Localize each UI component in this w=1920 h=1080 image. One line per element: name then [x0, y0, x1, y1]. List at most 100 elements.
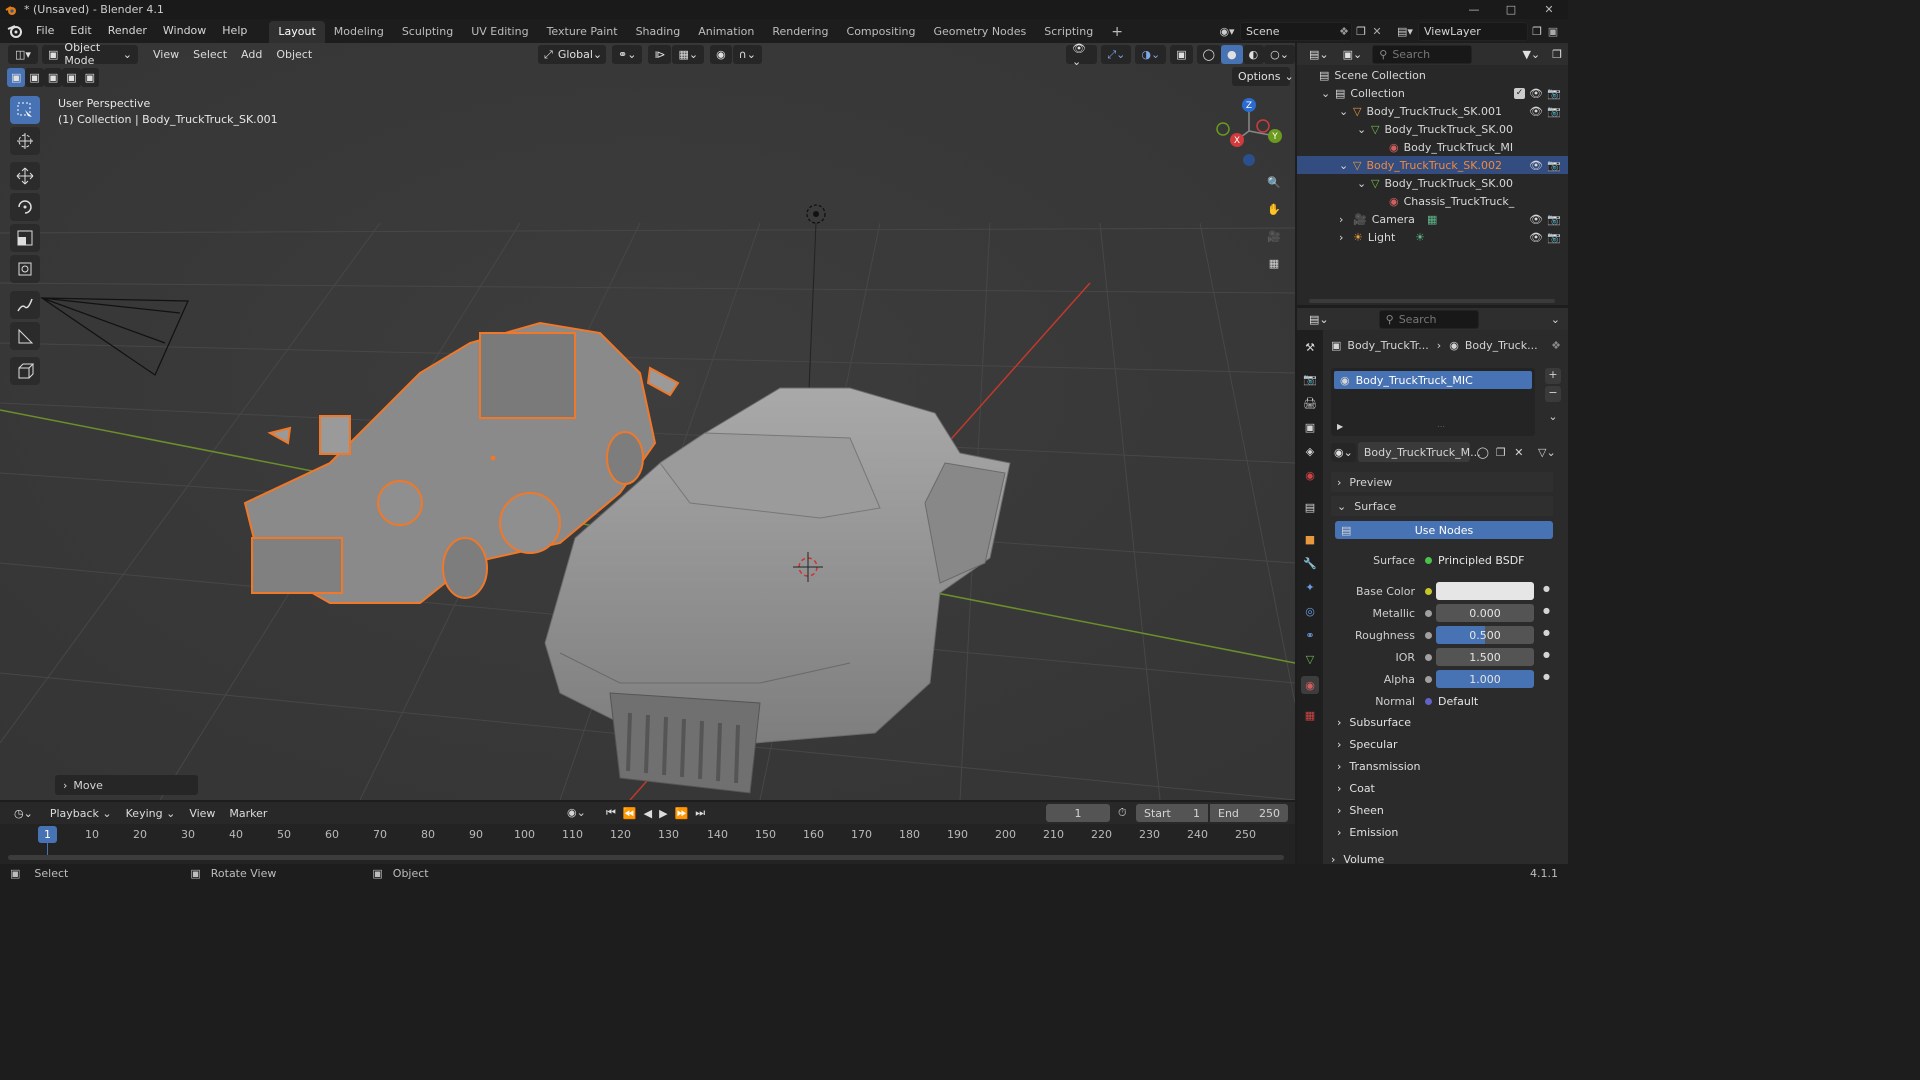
- keyframe-dot-icon[interactable]: ●: [1543, 672, 1550, 681]
- delete-view-layer-icon[interactable]: ▣: [1546, 25, 1560, 38]
- scene-icon[interactable]: ◉▾: [1214, 25, 1240, 38]
- maximize-button[interactable]: □: [1492, 0, 1530, 19]
- close-button[interactable]: ✕: [1530, 0, 1568, 19]
- properties-editor-type-icon[interactable]: ▤⌄: [1303, 310, 1335, 329]
- physics-tab-icon[interactable]: ◎: [1301, 602, 1319, 620]
- camera-render-icon[interactable]: 📷: [1547, 213, 1561, 226]
- cursor-tool[interactable]: [10, 127, 40, 155]
- viewport-menu-select[interactable]: Select: [186, 48, 234, 61]
- menu-render[interactable]: Render: [100, 19, 155, 43]
- modifier-tab-icon[interactable]: 🔧: [1301, 554, 1319, 572]
- base-color-swatch[interactable]: [1436, 582, 1534, 600]
- add-workspace-button[interactable]: +: [1102, 21, 1132, 43]
- menu-edit[interactable]: Edit: [62, 19, 99, 43]
- ior-field[interactable]: 1.500: [1436, 648, 1534, 666]
- pin-icon[interactable]: ❖: [1337, 25, 1351, 38]
- ortho-grid-icon[interactable]: ▦: [1262, 251, 1286, 275]
- eye-icon[interactable]: 👁: [1529, 87, 1543, 100]
- keyframe-dot-icon[interactable]: ●: [1543, 606, 1550, 615]
- timeline-scrollbar[interactable]: [8, 855, 1284, 860]
- use-nodes-button[interactable]: ▤ Use Nodes: [1335, 521, 1553, 539]
- transform-orientation-dropdown[interactable]: ⤢ Global ⌄: [538, 45, 606, 64]
- view-layer-icon[interactable]: ▤▾: [1392, 25, 1418, 38]
- add-slot-button[interactable]: +: [1545, 368, 1561, 384]
- subsurface-subpanel[interactable]: › Subsurface: [1337, 716, 1411, 729]
- select-extend-icon[interactable]: ▣: [25, 67, 44, 87]
- outliner-row-mesh-002[interactable]: ⌄ ▽ Body_TruckTruck_SK.00: [1297, 174, 1568, 192]
- minimize-button[interactable]: —: [1455, 0, 1493, 19]
- select-box-tool[interactable]: [10, 96, 40, 124]
- constraints-tab-icon[interactable]: ⚭: [1301, 626, 1319, 644]
- coat-subpanel[interactable]: › Coat: [1337, 782, 1375, 795]
- gizmo-toggle-icon[interactable]: ⤢⌄: [1101, 45, 1132, 64]
- alpha-field[interactable]: 1.000: [1436, 670, 1534, 688]
- 3d-viewport[interactable]: ◫▾ ▣ Object Mode ⌄ View Select Add Objec…: [0, 43, 1295, 800]
- tab-rendering[interactable]: Rendering: [763, 21, 837, 43]
- eye-icon[interactable]: 👁: [1529, 159, 1543, 172]
- unlink-material-icon[interactable]: ✕: [1510, 446, 1528, 459]
- select-invert-icon[interactable]: ▣: [62, 67, 81, 87]
- duplicate-material-icon[interactable]: ❐: [1492, 446, 1510, 459]
- preview-panel-header[interactable]: › Preview: [1331, 472, 1553, 492]
- select-intersect-icon[interactable]: ▣: [80, 67, 100, 87]
- tab-layout[interactable]: Layout: [269, 21, 325, 43]
- tab-geometry-nodes[interactable]: Geometry Nodes: [924, 21, 1035, 43]
- proportional-edit-toggle[interactable]: ◉: [710, 45, 732, 64]
- particles-tab-icon[interactable]: ✦: [1301, 578, 1319, 596]
- new-scene-icon[interactable]: ❐: [1352, 25, 1370, 38]
- remove-slot-button[interactable]: −: [1545, 386, 1561, 402]
- pivot-point-button[interactable]: ⚭⌄: [612, 45, 643, 64]
- render-tab-icon[interactable]: 📷: [1301, 370, 1319, 388]
- zoom-icon[interactable]: 🔍: [1262, 170, 1286, 194]
- outliner-search-input[interactable]: ⚲ Search: [1372, 44, 1473, 64]
- snap-settings-button[interactable]: ▦⌄: [672, 45, 705, 64]
- checkbox-icon[interactable]: ✓: [1514, 87, 1525, 99]
- outliner-row-body-002[interactable]: ⌄ ▽ Body_TruckTruck_SK.002 👁 📷: [1297, 156, 1568, 174]
- overlay-toggle-icon[interactable]: ◑⌄: [1135, 45, 1167, 64]
- object-tab-icon[interactable]: ■: [1301, 530, 1319, 548]
- playhead[interactable]: 1: [38, 826, 57, 843]
- navigation-gizmo[interactable]: Z Y X: [1212, 98, 1282, 168]
- keyframe-dot-icon[interactable]: ●: [1543, 584, 1550, 593]
- scene-tab-icon[interactable]: ◈: [1301, 442, 1319, 460]
- rotate-tool[interactable]: [10, 193, 40, 221]
- pin-icon[interactable]: ❖: [1551, 339, 1561, 352]
- normal-field[interactable]: Default: [1436, 692, 1534, 710]
- xray-toggle-icon[interactable]: ▣: [1170, 45, 1193, 64]
- tab-sculpting[interactable]: Sculpting: [393, 21, 462, 43]
- view-layer-tab-icon[interactable]: ▣: [1301, 418, 1319, 436]
- outliner-row-light[interactable]: › ☀ Light ☀ 👁 📷: [1297, 228, 1568, 246]
- scene-field[interactable]: Scene ❖: [1240, 21, 1352, 41]
- volume-panel[interactable]: › Volume: [1331, 854, 1384, 864]
- delete-scene-icon[interactable]: ✕: [1370, 25, 1384, 38]
- fake-user-icon[interactable]: ◯: [1474, 446, 1492, 459]
- menu-window[interactable]: Window: [155, 19, 214, 43]
- expand-list-icon[interactable]: ▶: [1337, 422, 1343, 431]
- collection-tab-icon[interactable]: ▤: [1301, 498, 1319, 516]
- outliner-editor-type-icon[interactable]: ▤⌄: [1303, 45, 1335, 64]
- tool-tab-icon[interactable]: ⚒: [1301, 338, 1319, 356]
- roughness-field[interactable]: 0.500: [1436, 626, 1534, 644]
- data-tab-icon[interactable]: ▽: [1301, 650, 1319, 668]
- menu-file[interactable]: File: [28, 19, 62, 43]
- tab-uv-editing[interactable]: UV Editing: [462, 21, 537, 43]
- link-mode-icon[interactable]: ▽⌄: [1534, 446, 1560, 459]
- display-mode-icon[interactable]: ▣⌄: [1337, 45, 1369, 64]
- annotate-tool[interactable]: [10, 291, 40, 319]
- add-cube-tool[interactable]: [10, 357, 40, 385]
- eye-icon[interactable]: 👁: [1529, 213, 1543, 226]
- scale-tool[interactable]: [10, 224, 40, 252]
- select-subtract-icon[interactable]: ▣: [43, 67, 63, 87]
- keyframe-dot-icon[interactable]: ●: [1543, 650, 1550, 659]
- material-name-field[interactable]: Body_TruckTruck_M...: [1357, 442, 1481, 462]
- outliner-row-material-001[interactable]: ◉ Body_TruckTruck_MI: [1297, 138, 1568, 156]
- world-tab-icon[interactable]: ◉: [1301, 466, 1319, 484]
- outliner-row-collection[interactable]: ⌄ ▤ Collection ✓ 👁 📷: [1297, 84, 1568, 102]
- camera-view-icon[interactable]: 🎥: [1262, 224, 1286, 248]
- blender-menu-icon[interactable]: [2, 21, 28, 41]
- output-tab-icon[interactable]: 🖨: [1301, 394, 1319, 412]
- camera-render-icon[interactable]: 📷: [1547, 105, 1561, 118]
- outliner-scene-collection[interactable]: ▤ Scene Collection: [1297, 66, 1568, 84]
- metallic-field[interactable]: 0.000: [1436, 604, 1534, 622]
- menu-help[interactable]: Help: [214, 19, 255, 43]
